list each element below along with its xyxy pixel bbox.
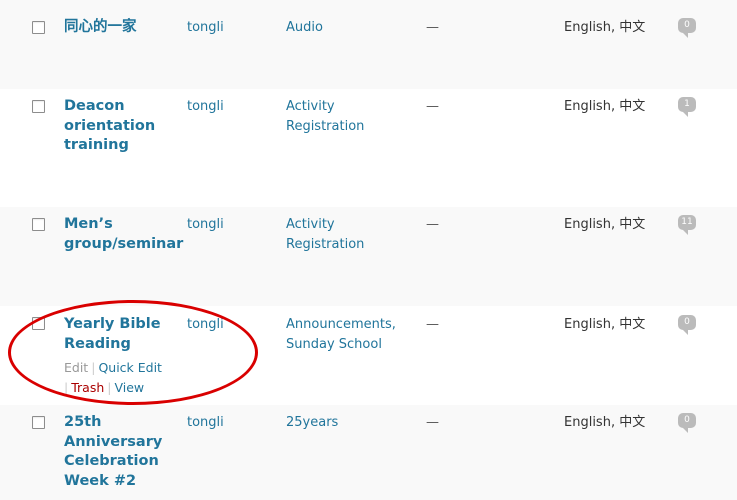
post-title-link[interactable]: 同心的一家 <box>64 18 176 38</box>
languages-cell: English, 中文 <box>564 217 646 232</box>
author-link[interactable]: tongli <box>187 18 224 37</box>
table-row: Yearly Bible Reading Edit | Quick Edit | Tra… <box>0 306 737 405</box>
view-link[interactable]: View <box>114 380 144 395</box>
row-actions: Edit | Quick Edit | Trash | View <box>64 358 184 397</box>
languages-cell: English, 中文 <box>564 415 646 430</box>
tags-cell: — <box>426 217 439 232</box>
comment-count-badge[interactable]: 1 <box>678 97 696 117</box>
post-title-link[interactable]: Yearly Bible Reading <box>64 315 176 354</box>
separator: | <box>107 379 112 395</box>
author-link[interactable]: tongli <box>187 215 224 234</box>
table-row: Men’s group/seminar tongli Activity Regi… <box>0 207 737 306</box>
trash-link[interactable]: Trash <box>71 380 104 395</box>
category-link[interactable]: Announcements, Sunday School <box>286 315 406 354</box>
row-checkbox[interactable] <box>32 21 45 34</box>
row-checkbox[interactable] <box>32 317 45 330</box>
table-row: 25th Anniversary Celebration Week #2 ton… <box>0 405 737 500</box>
category-link[interactable]: Audio <box>286 18 406 38</box>
category-link[interactable]: Activity Registration <box>286 97 406 136</box>
category-link[interactable]: Activity Registration <box>286 215 406 254</box>
languages-cell: English, 中文 <box>564 20 646 35</box>
comment-count-badge[interactable]: 0 <box>678 18 696 38</box>
comment-count-badge[interactable]: 0 <box>678 315 696 335</box>
separator: | <box>91 360 96 375</box>
languages-cell: English, 中文 <box>564 99 646 114</box>
post-title-link[interactable]: Men’s group/seminar <box>64 215 183 254</box>
languages-cell: English, 中文 <box>564 317 646 332</box>
comment-count-badge[interactable]: 0 <box>678 413 696 433</box>
author-link[interactable]: tongli <box>187 413 224 432</box>
row-checkbox[interactable] <box>32 100 45 113</box>
separator: | <box>64 379 69 395</box>
table-row: Deacon orientation training tongli Activ… <box>0 89 737 207</box>
author-link[interactable]: tongli <box>187 97 224 116</box>
post-title-link[interactable]: 25th Anniversary Celebration Week #2 <box>64 413 176 491</box>
quick-edit-link[interactable]: Quick Edit <box>98 360 162 375</box>
post-title-link[interactable]: Deacon orientation training <box>64 97 176 156</box>
row-checkbox[interactable] <box>32 218 45 231</box>
comment-count-badge[interactable]: 11 <box>678 215 696 235</box>
category-link[interactable]: 25years <box>286 413 406 433</box>
edit-link[interactable]: Edit <box>64 360 88 375</box>
table-row: 同心的一家 tongli Audio — English, 中文 0 <box>0 0 737 89</box>
tags-cell: — <box>426 415 439 430</box>
tags-cell: — <box>426 20 439 35</box>
author-link[interactable]: tongli <box>187 315 224 334</box>
row-checkbox[interactable] <box>32 416 45 429</box>
tags-cell: — <box>426 99 439 114</box>
tags-cell: — <box>426 317 439 332</box>
